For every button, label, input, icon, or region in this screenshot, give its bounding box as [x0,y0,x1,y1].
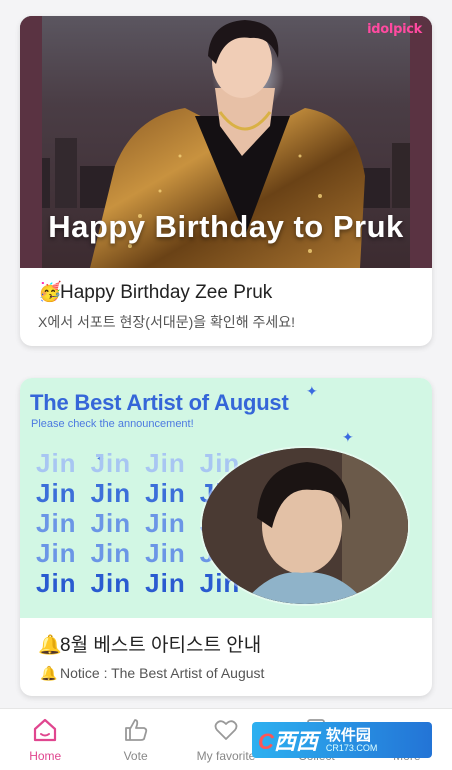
home-icon [32,717,58,743]
artist-photo [202,448,408,604]
nav-label: Home [29,749,62,763]
banner-subtitle: Please check the announcement! [31,418,194,430]
idolpick-logo: idolpick [367,22,422,37]
feed-card-best-artist[interactable]: The Best Artist of August Please check t… [20,378,432,696]
party-face-emoji: 🥳 [38,282,62,303]
watermark-logo: C西西 [258,729,318,754]
thumbs-up-icon [123,717,149,743]
card-title-text: Happy Birthday Zee Pruk [60,282,273,303]
banner-title: The Best Artist of August [30,390,289,415]
watermark: C西西 软件园 CR173.COM [252,722,432,758]
feed: idolpick Happy Birthday to Pruk 🥳Happy B… [0,0,452,708]
card-body: 🔔8월 베스트 아티스트 안내 🔔 Notice : The Best Artis… [20,618,432,682]
sparkle-icon: ✦ [342,430,354,446]
banner-caption: Happy Birthday to Pruk [48,209,404,244]
nav-label: Vote [123,749,148,763]
nav-label: My favorite [196,749,256,763]
heart-icon [213,717,239,743]
card-body: 🥳Happy Birthday Zee Pruk X에서 서포트 현장(서대문)… [20,268,432,332]
feed-card-birthday[interactable]: idolpick Happy Birthday to Pruk 🥳Happy B… [20,16,432,346]
artist-portrait [202,448,408,604]
best-artist-banner[interactable]: The Best Artist of August Please check t… [20,378,432,618]
card-title: 🔔8월 베스트 아티스트 안내 [38,630,416,657]
nav-item-home[interactable]: Home [0,709,90,770]
birthday-banner[interactable]: idolpick Happy Birthday to Pruk [20,16,432,268]
watermark-text: 软件园 CR173.COM [325,725,378,753]
card-title: 🥳Happy Birthday Zee Pruk [38,280,416,304]
sparkle-icon: ✦ [306,384,318,400]
bell-emoji: 🔔 [40,665,58,681]
bell-emoji: 🔔 [38,635,62,656]
card-subtitle: 🔔 Notice : The Best Artist of August [38,665,416,682]
card-title-text: 8월 베스트 아티스트 안내 [60,635,262,656]
nav-item-vote[interactable]: Vote [90,709,180,770]
card-subtitle: X에서 서포트 현장(서대문)을 확인해 주세요! [38,314,296,330]
